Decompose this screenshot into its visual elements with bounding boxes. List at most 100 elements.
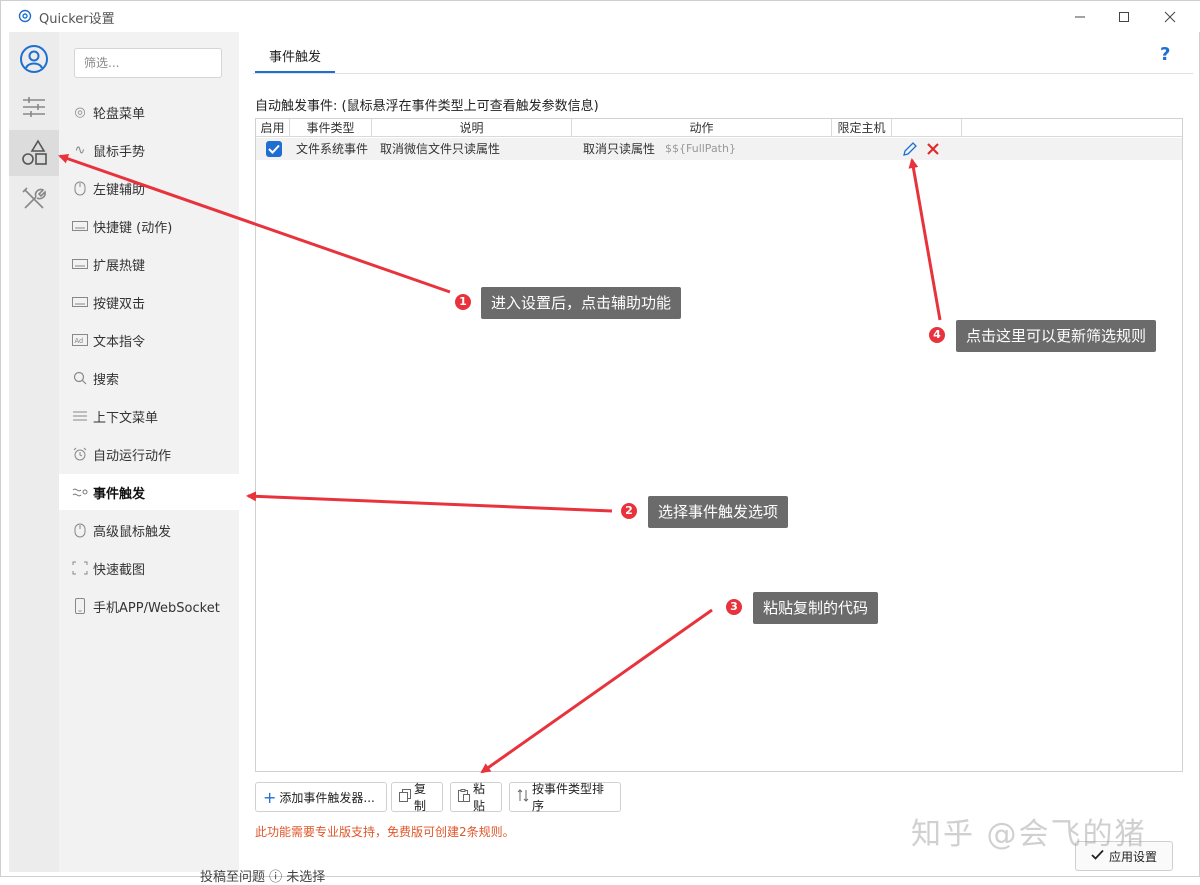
feature-list: 筛选... ◎ 轮盘菜单 ∿ 鼠标手势 左键辅助 快捷键 (动作) 扩展热键 按… bbox=[59, 32, 239, 872]
menu-item-label: 鼠标手势 bbox=[93, 144, 146, 160]
column-header-action[interactable]: 动作 bbox=[572, 119, 832, 137]
action-param-cell: $${FullPath} bbox=[665, 142, 736, 155]
callout-2-badge: 2 bbox=[619, 501, 639, 521]
menu-item-quick-screenshot[interactable]: 快速截图 bbox=[59, 550, 239, 586]
help-icon[interactable]: ? bbox=[1160, 44, 1170, 65]
menu-item-label: 扩展热键 bbox=[93, 258, 146, 274]
menu-item-event-trigger[interactable]: 事件触发 bbox=[59, 474, 239, 510]
menu-item-label: 事件触发 bbox=[93, 486, 146, 502]
plus-icon: + bbox=[263, 787, 277, 807]
add-event-trigger-button[interactable]: + 添加事件触发器... bbox=[255, 782, 387, 812]
menu-item-label: 轮盘菜单 bbox=[93, 106, 146, 122]
callout-1: 进入设置后，点击辅助功能 bbox=[481, 287, 682, 319]
add-button-label: 添加事件触发器... bbox=[279, 790, 375, 805]
menu-item-label: 手机APP/WebSocket bbox=[93, 600, 220, 616]
pencil-icon bbox=[903, 142, 917, 156]
settings-window: Quicker设置 筛选... ◎ 轮盘菜单 ∿ 鼠标手势 左键辅助 快捷键 (… bbox=[0, 0, 1200, 877]
menu-item-search[interactable]: 搜索 bbox=[59, 360, 239, 396]
column-header-enabled[interactable]: 启用 bbox=[256, 119, 290, 137]
delete-icon bbox=[927, 143, 939, 155]
enabled-checkbox[interactable] bbox=[266, 141, 282, 157]
callout-2: 选择事件触发选项 bbox=[648, 496, 789, 528]
description-cell: 取消微信文件只读属性 bbox=[380, 142, 501, 156]
column-header-event-type[interactable]: 事件类型 bbox=[290, 119, 372, 137]
window-title: Quicker设置 bbox=[39, 12, 115, 27]
menu-item-label: 上下文菜单 bbox=[93, 410, 159, 426]
menu-item-left-click-assist[interactable]: 左键辅助 bbox=[59, 170, 239, 206]
svg-text:Ad: Ad bbox=[75, 338, 84, 345]
callout-4: 点击这里可以更新筛选规则 bbox=[956, 320, 1157, 352]
event-type-cell: 文件系统事件 bbox=[296, 142, 369, 156]
category-rail bbox=[9, 32, 59, 872]
paste-icon bbox=[458, 788, 470, 806]
callout-3-badge: 3 bbox=[724, 597, 744, 617]
tools-icon bbox=[22, 187, 46, 209]
maximize-icon bbox=[1119, 12, 1129, 22]
menu-item-text-command[interactable]: Ad 文本指令 bbox=[59, 322, 239, 358]
column-header-host[interactable]: 限定主机 bbox=[832, 119, 892, 137]
paste-button[interactable]: 粘贴 bbox=[450, 782, 502, 813]
copy-button-label: 复制 bbox=[414, 782, 427, 813]
menu-item-wheel[interactable]: ◎ 轮盘菜单 bbox=[59, 94, 239, 130]
menu-item-label: 文本指令 bbox=[93, 334, 146, 350]
sort-by-type-button[interactable]: 按事件类型排序 bbox=[509, 782, 621, 813]
mouse-icon bbox=[71, 522, 89, 538]
text-command-icon: Ad bbox=[71, 332, 89, 348]
minimize-icon bbox=[1075, 16, 1085, 18]
column-header-description[interactable]: 说明 bbox=[372, 119, 572, 137]
menu-item-mobile-app[interactable]: 手机APP/WebSocket bbox=[59, 588, 239, 624]
sliders-icon bbox=[23, 97, 45, 117]
menu-item-label: 自动运行动作 bbox=[93, 448, 172, 464]
callout-4-badge: 4 bbox=[927, 325, 947, 345]
filter-input[interactable]: 筛选... bbox=[74, 48, 222, 78]
paste-button-label: 粘贴 bbox=[473, 782, 486, 813]
copy-button[interactable]: 复制 bbox=[391, 782, 443, 813]
menu-item-context-menu[interactable]: 上下文菜单 bbox=[59, 398, 239, 434]
table-header: 启用 事件类型 说明 动作 限定主机 bbox=[256, 119, 1182, 137]
rail-tools[interactable] bbox=[9, 176, 59, 222]
keyboard-icon bbox=[71, 256, 89, 272]
wheel-icon: ◎ bbox=[74, 104, 86, 120]
phone-icon bbox=[71, 598, 89, 614]
background-bottom-strip: 投稿至问题 ⓘ 未选择 bbox=[200, 870, 326, 885]
tab-divider bbox=[253, 73, 1193, 74]
delete-rule-button[interactable] bbox=[926, 141, 940, 163]
menu-item-gesture[interactable]: ∿ 鼠标手势 bbox=[59, 132, 239, 168]
rail-assist-features[interactable] bbox=[9, 130, 59, 176]
mouse-icon bbox=[71, 180, 89, 196]
gear-icon bbox=[18, 9, 32, 23]
keyboard-icon bbox=[71, 294, 89, 310]
menu-item-label: 快捷键 (动作) bbox=[93, 220, 173, 236]
watermark: 知乎 @会飞的猪 bbox=[911, 817, 1147, 852]
menu-item-label: 搜索 bbox=[93, 372, 120, 388]
menu-item-label: 按键双击 bbox=[93, 296, 146, 312]
menu-item-auto-run[interactable]: 自动运行动作 bbox=[59, 436, 239, 472]
maximize-button[interactable] bbox=[1101, 4, 1147, 30]
search-icon bbox=[71, 370, 89, 386]
close-button[interactable] bbox=[1147, 4, 1193, 30]
event-trigger-table: 启用 事件类型 说明 动作 限定主机 文件系统事件 取消微信文件只读属性 取消只… bbox=[255, 118, 1183, 772]
table-row[interactable]: 文件系统事件 取消微信文件只读属性 取消只读属性 $${FullPath} bbox=[256, 138, 1182, 160]
menu-item-hotkey-action[interactable]: 快捷键 (动作) bbox=[59, 208, 239, 244]
screenshot-icon bbox=[71, 560, 89, 576]
menu-item-label: 高级鼠标触发 bbox=[93, 524, 172, 540]
tab-event-trigger[interactable]: 事件触发 bbox=[255, 46, 335, 74]
sort-icon bbox=[517, 788, 529, 806]
menu-item-advanced-mouse-trigger[interactable]: 高级鼠标触发 bbox=[59, 512, 239, 548]
sort-button-label: 按事件类型排序 bbox=[532, 782, 605, 813]
alarm-clock-icon bbox=[71, 446, 89, 462]
event-trigger-icon bbox=[71, 484, 89, 500]
gesture-icon: ∿ bbox=[74, 142, 86, 158]
rail-settings[interactable] bbox=[9, 84, 59, 130]
rail-account[interactable] bbox=[9, 36, 59, 82]
action-cell: 取消只读属性 bbox=[583, 142, 656, 156]
shapes-icon bbox=[22, 139, 47, 165]
section-label: 自动触发事件: (鼠标悬浮在事件类型上可查看触发参数信息) bbox=[255, 99, 599, 114]
title-bar: Quicker设置 bbox=[1, 1, 1200, 32]
edit-rule-button[interactable] bbox=[902, 141, 918, 163]
callout-1-badge: 1 bbox=[453, 292, 473, 312]
menu-item-extended-hotkey[interactable]: 扩展热键 bbox=[59, 246, 239, 282]
minimize-button[interactable] bbox=[1057, 4, 1103, 30]
menu-item-label: 快速截图 bbox=[93, 562, 146, 578]
menu-item-key-double-press[interactable]: 按键双击 bbox=[59, 284, 239, 320]
